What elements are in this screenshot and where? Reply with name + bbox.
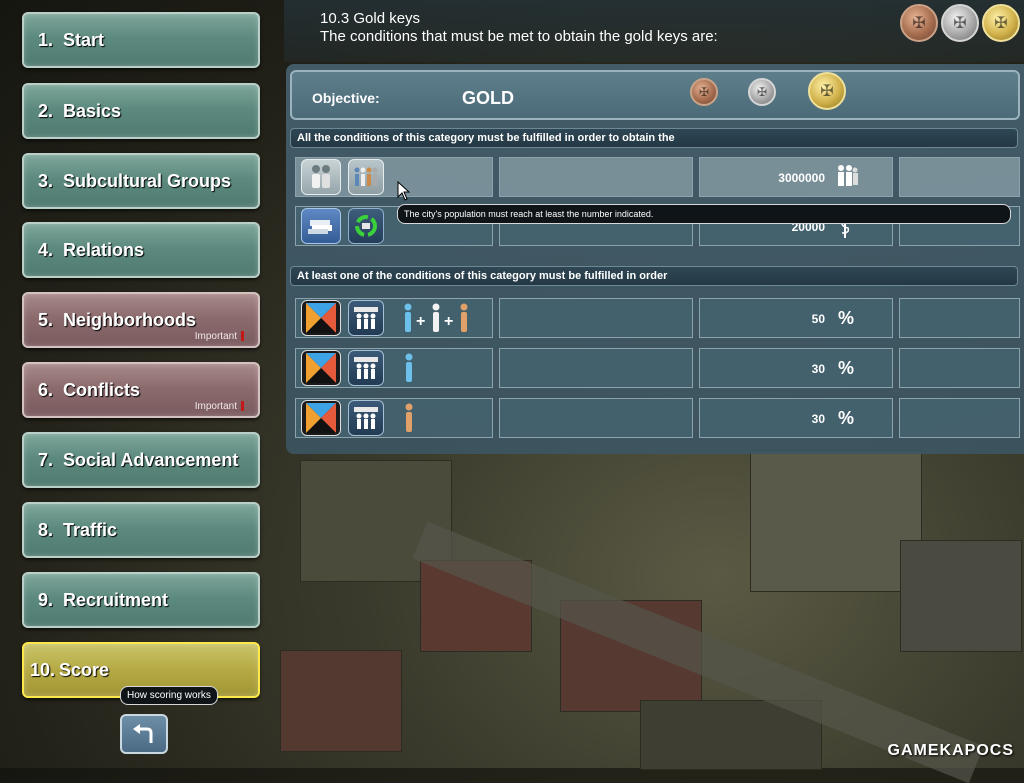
group-membership-icon[interactable]: [348, 300, 384, 336]
important-badge: Important: [195, 331, 244, 342]
mouse-cursor-icon: [397, 181, 411, 201]
nav-item-subcultural-groups[interactable]: 3. Subcultural Groups: [22, 153, 260, 209]
nav-item-conflicts[interactable]: 6. Conflicts Important: [22, 362, 260, 418]
nav-item-number: 7.: [38, 449, 54, 470]
all-groups-icon[interactable]: [348, 159, 384, 195]
nav-item-relations[interactable]: 4. Relations: [22, 222, 260, 278]
condition-extra-cell: [899, 157, 1020, 197]
nav-item-label: Score: [59, 659, 110, 680]
nav-item-label: Conflicts: [63, 379, 141, 400]
bronze-key-medal-icon: ✠: [900, 4, 938, 42]
subculture-wheel-icon[interactable]: [301, 400, 341, 436]
nav-item-number: 3.: [38, 170, 54, 191]
nav-item-number: 5.: [38, 309, 54, 330]
percent-value: 30: [811, 362, 825, 376]
nav-item-label: Subcultural Groups: [63, 170, 232, 191]
nav-item-basics[interactable]: 2. Basics: [22, 83, 260, 139]
condition-empty-cell: [499, 298, 693, 338]
category-header-at-least-one: At least one of the conditions of this c…: [290, 266, 1018, 286]
subculture-wheel-icon[interactable]: [301, 300, 341, 336]
important-badge: Important: [195, 401, 244, 412]
people-icon: [838, 165, 858, 186]
nav-item-label: Recruitment: [63, 589, 169, 610]
gold-key-icon[interactable]: ✠: [808, 72, 846, 110]
percent-sign: %: [838, 308, 855, 328]
nav-item-number: 10.: [30, 659, 56, 680]
page-title: 10.3 Gold keys: [320, 10, 421, 27]
group-membership-icon[interactable]: [348, 400, 384, 436]
nav-item-number: 6.: [38, 379, 54, 400]
nav-item-recruitment[interactable]: 9. Recruitment: [22, 572, 260, 628]
building: [280, 650, 402, 752]
nav-item-label: Traffic: [63, 519, 118, 540]
nav-item-label: Start: [63, 29, 105, 50]
objective-bar: [290, 70, 1020, 120]
percent-value: 50: [811, 312, 825, 326]
nav-item-label: Social Advancement: [63, 449, 239, 470]
combined-groups-icon: + +: [404, 303, 468, 332]
objective-value: GOLD: [462, 88, 514, 108]
score-tooltip: How scoring works: [120, 686, 218, 705]
nav-item-label: Neighborhoods: [63, 309, 197, 330]
population-value: 3000000: [778, 171, 825, 185]
nav-item-number: 1.: [38, 29, 54, 50]
back-arrow-icon: [133, 724, 153, 743]
nav-item-neighborhoods[interactable]: 5. Neighborhoods Important: [22, 292, 260, 348]
svg-text:+: +: [416, 313, 425, 330]
svg-text:+: +: [444, 313, 453, 330]
income-cycle-icon[interactable]: [348, 208, 384, 244]
population-tooltip: The city's population must reach at leas…: [397, 204, 1011, 224]
nav-item-number: 2.: [38, 100, 54, 121]
population-icon[interactable]: [301, 159, 341, 195]
subculture-wheel-icon[interactable]: [301, 350, 341, 386]
building: [900, 540, 1022, 652]
silver-key-icon[interactable]: ✠: [748, 78, 776, 106]
building: [750, 450, 922, 592]
nav-item-social-advancement[interactable]: 7. Social Advancement: [22, 432, 260, 488]
percent-value: 30: [811, 412, 825, 426]
percent-sign: %: [838, 358, 855, 378]
group-membership-icon[interactable]: [348, 350, 384, 386]
nav-item-number: 8.: [38, 519, 54, 540]
gold-key-medal-icon: ✠: [982, 4, 1020, 42]
nav-item-label: Basics: [63, 100, 122, 121]
silver-key-medal-icon: ✠: [941, 4, 979, 42]
objective-label: Objective:: [312, 90, 380, 106]
bronze-key-icon[interactable]: ✠: [690, 78, 718, 106]
category-header-all: All the conditions of this category must…: [290, 128, 1018, 148]
conditions-panel: [286, 64, 1024, 454]
condition-extra-cell: [899, 298, 1020, 338]
watermark: GAMEKAPOCS: [887, 742, 1014, 759]
nav-item-traffic[interactable]: 8. Traffic: [22, 502, 260, 558]
condition-extra-cell: [899, 348, 1020, 388]
condition-empty-cell: [499, 157, 693, 197]
nav-item-number: 4.: [38, 239, 54, 260]
money-stack-icon[interactable]: [301, 208, 341, 244]
orange-group-icon: [405, 403, 413, 432]
condition-extra-cell: [899, 398, 1020, 438]
back-button[interactable]: [120, 714, 168, 754]
blue-group-icon: [405, 353, 413, 382]
nav-item-start[interactable]: 1. Start: [22, 12, 260, 68]
nav-item-label: Relations: [63, 239, 145, 260]
condition-empty-cell: [499, 398, 693, 438]
nav-item-number: 9.: [38, 589, 54, 610]
percent-sign: %: [838, 408, 855, 428]
condition-empty-cell: [499, 348, 693, 388]
page-subtitle: The conditions that must be met to obtai…: [320, 28, 718, 45]
